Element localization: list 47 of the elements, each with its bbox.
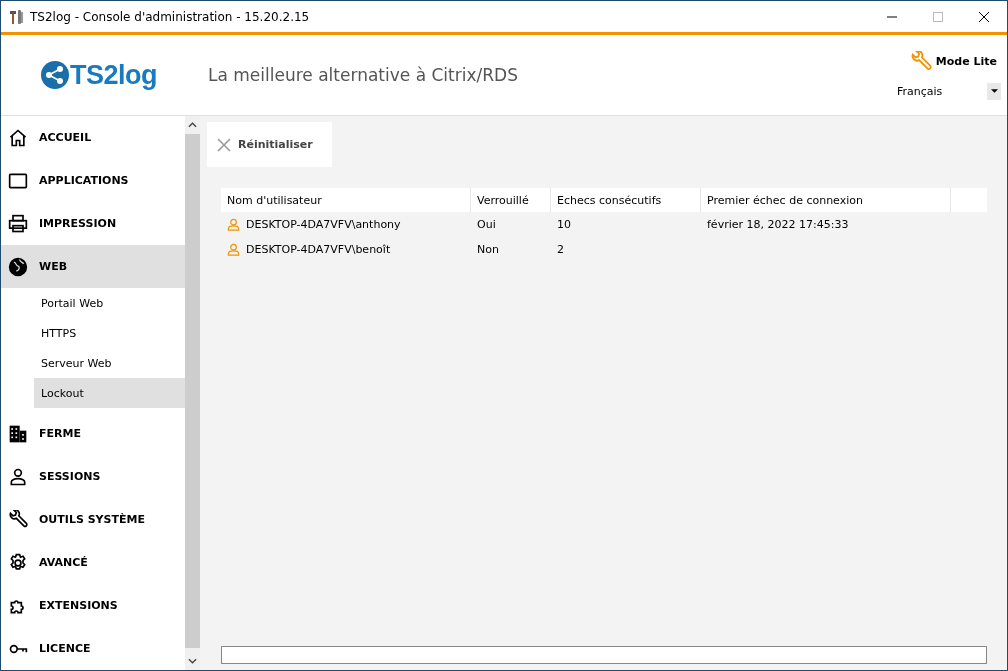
table-cell: DESKTOP-4DA7VFV\benoît: [246, 243, 391, 256]
window-title: TS2log - Console d'administration - 15.20.2.15: [30, 9, 310, 24]
printer-icon: [8, 213, 28, 234]
sidebar-subitem[interactable]: Portail Web: [34, 288, 185, 318]
building-icon: [8, 423, 28, 444]
sidebar-item[interactable]: APPLICATIONS: [1, 159, 185, 202]
wrench-icon: [909, 50, 932, 73]
sidebar-subitem[interactable]: Lockout: [34, 378, 185, 408]
sidebar-item[interactable]: IMPRESSION: [1, 202, 185, 245]
sidebar-subitem[interactable]: Serveur Web: [34, 348, 185, 378]
sidebar-item[interactable]: EXTENSIONS: [1, 584, 185, 627]
sidebar-subitem[interactable]: HTTPS: [34, 318, 185, 348]
scroll-down-icon[interactable]: [188, 658, 197, 664]
column-header[interactable]: Echecs consécutifs: [551, 188, 701, 212]
sidebar-item[interactable]: OUTILS SYSTÈME: [1, 498, 185, 541]
table-cell: 2: [557, 243, 564, 256]
sidebar-item[interactable]: LICENCE: [1, 627, 185, 670]
table-cell: Non: [477, 243, 499, 256]
reset-button[interactable]: Réinitialiser: [207, 122, 332, 167]
home-icon: [8, 127, 28, 148]
sidebar-item[interactable]: FERME: [1, 412, 185, 455]
user-icon: [8, 466, 28, 487]
column-header[interactable]: Nom d'utilisateur: [221, 188, 471, 212]
table-cell: Oui: [477, 218, 496, 231]
table-cell: février 18, 2022 17:45:33: [707, 218, 849, 231]
sidebar-item[interactable]: SESSIONS: [1, 455, 185, 498]
table-cell: 10: [557, 218, 571, 231]
sidebar-item[interactable]: AVANCÉ: [1, 541, 185, 584]
column-header[interactable]: Premier échec de connexion: [701, 188, 951, 212]
app-icon: [9, 8, 25, 25]
logo-icon: [40, 60, 70, 90]
log-field[interactable]: [221, 646, 987, 664]
language-dropdown[interactable]: Français: [897, 82, 1001, 100]
caret-icon: [990, 89, 998, 93]
close-icon: [217, 137, 231, 152]
table-cell: DESKTOP-4DA7VFV\anthony: [246, 218, 401, 231]
mode-lite-button[interactable]: Mode Lite: [909, 50, 1001, 73]
column-header[interactable]: Verrouillé: [471, 188, 551, 212]
scroll-up-icon[interactable]: [188, 122, 197, 128]
sidebar-item[interactable]: WEB: [1, 245, 185, 288]
wrench-icon: [8, 509, 28, 530]
tagline: La meilleure alternative à Citrix/RDS: [208, 65, 518, 85]
user-icon: [227, 243, 240, 256]
sidebar-item[interactable]: ACCUEIL: [1, 116, 185, 159]
user-icon: [227, 218, 240, 231]
logo-text: TS2log: [70, 59, 157, 91]
gear-icon: [8, 552, 28, 573]
